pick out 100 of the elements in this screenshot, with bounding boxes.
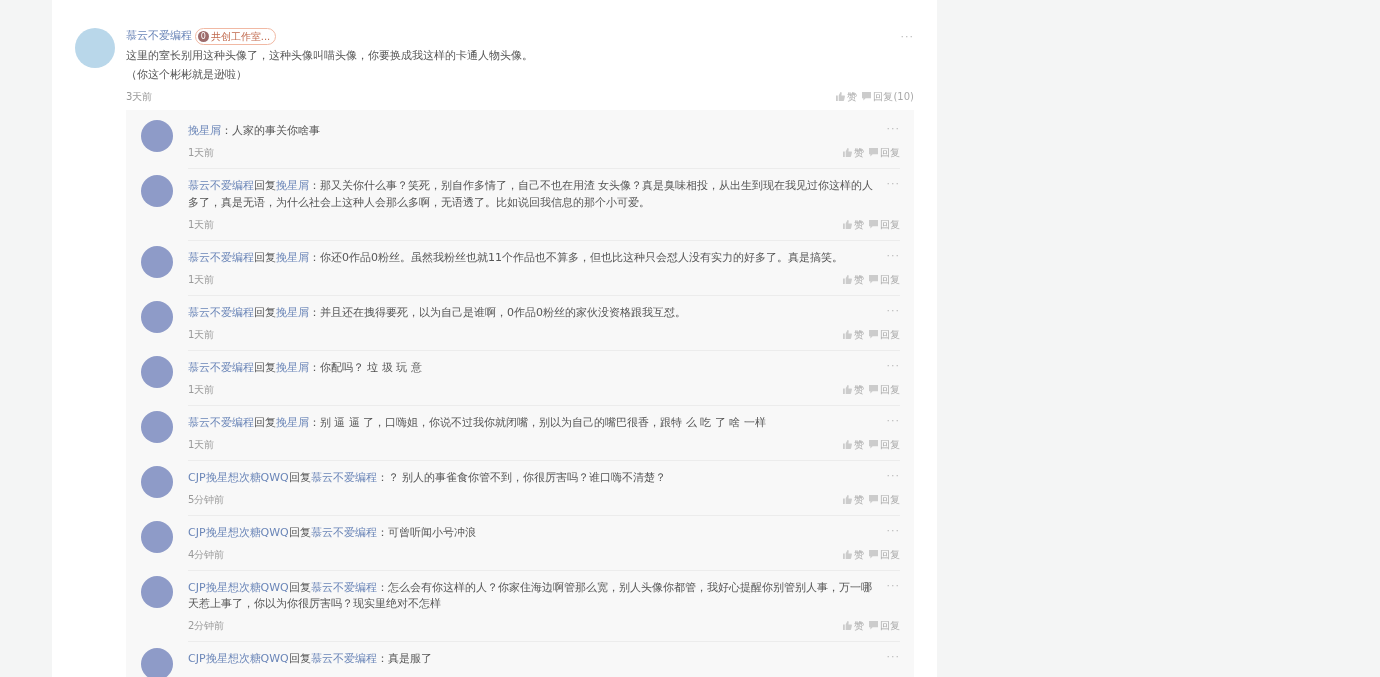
username-link[interactable]: 慕云不爱编程 (310, 470, 377, 484)
thumbs-up-icon (842, 148, 852, 157)
like-button[interactable]: 赞 (842, 436, 864, 452)
speech-bubble-icon (869, 219, 878, 229)
like-button[interactable]: 赞 (842, 216, 864, 232)
more-options-icon[interactable]: ··· (886, 359, 900, 376)
more-options-icon[interactable]: ··· (886, 579, 900, 613)
username-link[interactable]: 挽星屑 (276, 250, 309, 264)
avatar[interactable] (141, 301, 173, 333)
speech-bubble-icon (869, 621, 878, 630)
speech-bubble-icon (869, 549, 878, 559)
avatar[interactable] (141, 174, 173, 207)
thumbs-up-icon (842, 621, 852, 630)
reply-button[interactable]: 回复(10) (862, 89, 914, 104)
reply-button[interactable]: 回复 (869, 436, 900, 452)
username-link[interactable]: 慕云不爱编程 (310, 652, 377, 665)
more-options-icon[interactable]: ··· (886, 304, 900, 321)
reply-text: CJP挽星想次糖QWQ回复慕云不爱编程：可曾听闻小号冲浪 (188, 524, 477, 541)
more-options-icon[interactable]: ··· (886, 414, 900, 431)
username-link[interactable]: CJP挽星想次糖QWQ (188, 580, 289, 594)
reply-text: CJP挽星想次糖QWQ回复慕云不爱编程：真是服了 (188, 651, 433, 667)
username-link[interactable]: 慕云不爱编程 (188, 250, 254, 264)
reply-text: 慕云不爱编程回复挽星屑：你配吗？ 垃 圾 玩 意 (188, 359, 423, 376)
avatar[interactable] (141, 521, 173, 553)
timestamp: 1天前 (188, 437, 215, 452)
speech-bubble-icon (869, 274, 878, 284)
thumbs-up-icon (842, 329, 852, 339)
speech-bubble-icon (869, 494, 878, 504)
thumbs-up-icon (842, 384, 852, 394)
avatar[interactable] (141, 647, 173, 677)
badge-label: 共创工作室... (210, 30, 271, 44)
username-link[interactable]: 挽星屑 (276, 360, 309, 374)
username-link[interactable]: 慕云不爱编程 (188, 305, 254, 319)
avatar[interactable] (141, 411, 173, 443)
speech-bubble-icon (869, 384, 878, 394)
more-options-icon[interactable]: ··· (886, 249, 900, 266)
reply-button[interactable]: 回复 (869, 546, 900, 562)
more-options-icon[interactable]: ··· (886, 524, 900, 541)
more-options-icon[interactable]: ··· (886, 651, 900, 668)
username-link[interactable]: 慕云不爱编程 (310, 580, 377, 594)
reply-text: 慕云不爱编程回复挽星屑：并且还在拽得要死，以为自己是谁啊，0作品0粉丝的家伙没资格跟我互怼。 (188, 304, 687, 321)
reply-button[interactable]: 回复 (869, 618, 900, 633)
avatar[interactable] (141, 466, 173, 498)
timestamp: 1天前 (188, 146, 215, 160)
more-options-icon[interactable]: ··· (886, 469, 900, 486)
like-button[interactable]: 赞 (842, 145, 864, 160)
username-link[interactable]: CJP挽星想次糖QWQ (188, 652, 289, 665)
reply-button[interactable]: 回复 (869, 491, 900, 507)
username-link[interactable]: CJP挽星想次糖QWQ (188, 470, 289, 484)
more-options-icon[interactable]: ··· (886, 178, 900, 211)
like-button[interactable]: 赞 (842, 381, 864, 397)
like-button[interactable]: 赞 (842, 326, 864, 342)
reply-text: 慕云不爱编程回复挽星屑：你还0作品0粉丝。虽然我粉丝也就11个作品也不算多，但也比这种只会怼人没有实力的好多了。真是搞笑。 (188, 249, 844, 266)
thumbs-up-icon (842, 219, 852, 229)
speech-bubble-icon (869, 148, 878, 157)
username-link[interactable]: 慕云不爱编程 (126, 28, 192, 45)
level-number: 0 (197, 31, 209, 42)
reply-text: 慕云不爱编程回复挽星屑：那又关你什么事？笑死，别自作多情了，自己不也在用渣 女头像？真是臭味相投，从出生到现在我见过你这样的人多了，真是无语，为什么社会上这种人会那么多啊，无语透了。比如说回我信息的那个小可爱。 (188, 178, 875, 211)
timestamp: 1天前 (188, 327, 215, 342)
thumbs-up-icon (842, 439, 852, 449)
timestamp: 4分钟前 (188, 547, 225, 562)
username-link[interactable]: 挽星屑 (276, 415, 309, 429)
reply-button[interactable]: 回复 (869, 326, 900, 342)
thumbs-up-icon (842, 549, 852, 559)
reply-button[interactable]: 回复 (869, 145, 900, 160)
timestamp: 1天前 (188, 217, 215, 232)
username-link[interactable]: CJP挽星想次糖QWQ (188, 525, 289, 539)
username-link[interactable]: 慕云不爱编程 (188, 179, 254, 192)
username-link[interactable]: 挽星屑 (276, 179, 309, 192)
like-button[interactable]: 赞 (842, 491, 864, 507)
thumbs-up-icon (842, 494, 852, 504)
username-link[interactable]: 慕云不爱编程 (188, 415, 254, 429)
speech-bubble-icon (869, 439, 878, 449)
timestamp: 1天前 (188, 382, 215, 397)
timestamp: 2分钟前 (188, 619, 225, 633)
username-link[interactable]: 慕云不爱编程 (310, 525, 377, 539)
comment-text: （你这个彬彬就是逊啦） (126, 67, 248, 83)
like-button[interactable]: 赞 (842, 271, 864, 287)
reply-button[interactable]: 回复 (869, 271, 900, 287)
username-link[interactable]: 挽星屑 (188, 124, 221, 137)
reply-text: 挽星屑：人家的事关你啥事 (188, 123, 321, 139)
avatar[interactable] (141, 119, 173, 152)
more-options-icon[interactable]: ··· (886, 123, 900, 140)
like-button[interactable]: 赞 (842, 618, 864, 633)
username-link[interactable]: 挽星屑 (276, 305, 309, 319)
avatar[interactable] (75, 28, 115, 68)
username-link[interactable]: 慕云不爱编程 (188, 360, 254, 374)
like-button[interactable]: 赞 (842, 546, 864, 562)
timestamp: 1天前 (188, 272, 215, 287)
timestamp: 5分钟前 (188, 492, 225, 507)
avatar[interactable] (141, 356, 173, 388)
speech-bubble-icon (862, 92, 872, 101)
speech-bubble-icon (869, 329, 878, 339)
more-options-icon[interactable]: ··· (900, 31, 914, 42)
reply-button[interactable]: 回复 (869, 216, 900, 232)
comment-text: 这里的室长别用这种头像了，这种头像叫喵头像，你要换成我这样的卡通人物头像。 (126, 47, 534, 64)
avatar[interactable] (141, 246, 173, 278)
avatar[interactable] (141, 576, 173, 608)
reply-button[interactable]: 回复 (869, 381, 900, 397)
like-button[interactable]: 赞 (835, 89, 857, 104)
